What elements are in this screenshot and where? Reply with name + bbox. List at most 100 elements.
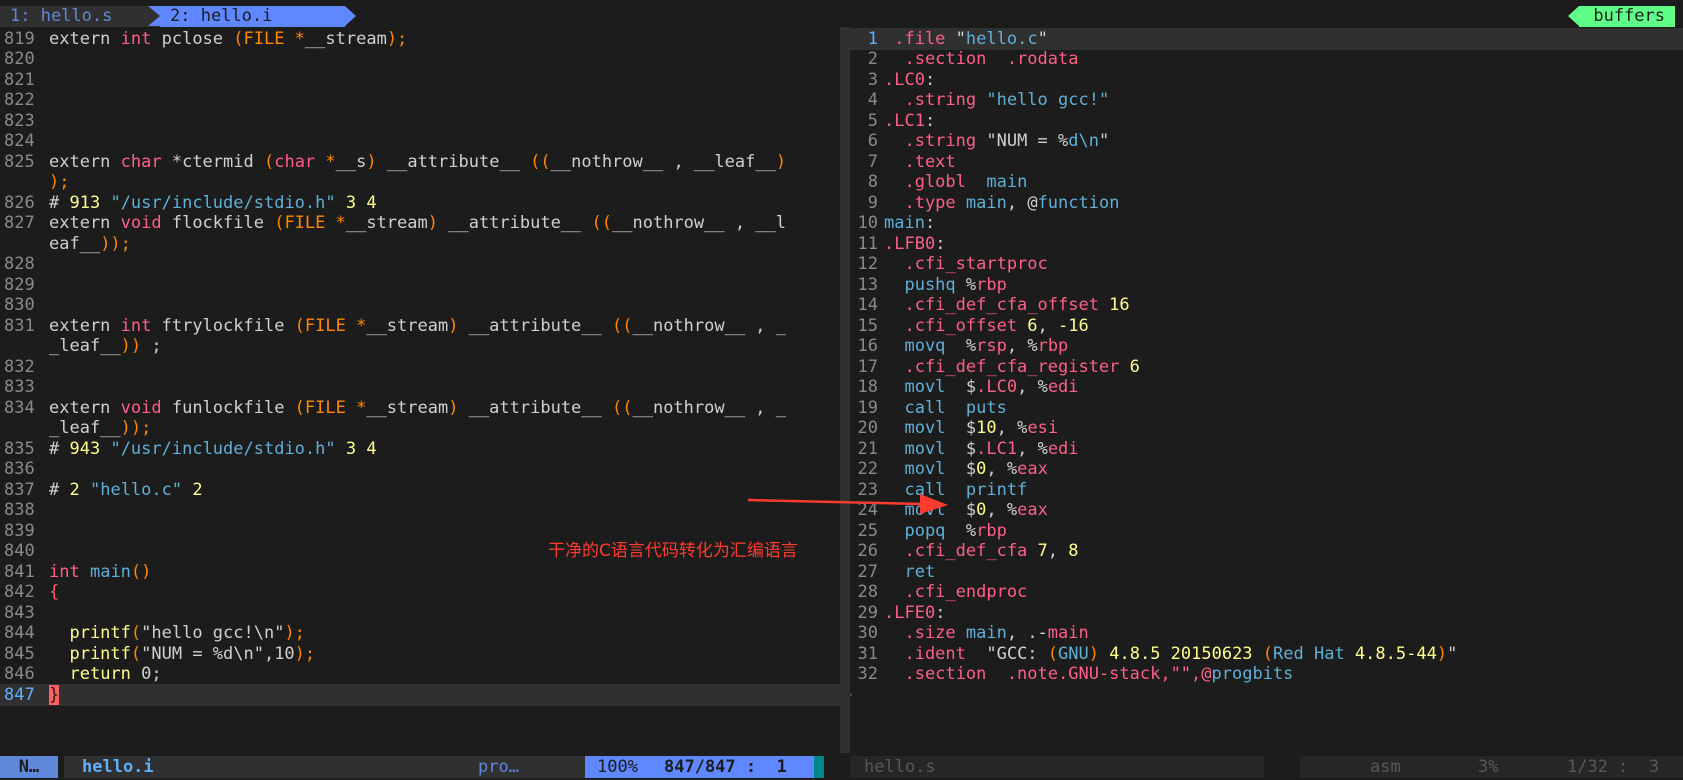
- code-line[interactable]: 17 .cfi_def_cfa_register 6: [850, 356, 1683, 378]
- code-line[interactable]: 832: [0, 356, 840, 378]
- line-code: .text: [884, 151, 955, 173]
- code-line[interactable]: 823: [0, 110, 840, 132]
- code-line[interactable]: 20 movl $10, %esi: [850, 417, 1683, 439]
- code-token: 913: [69, 192, 101, 213]
- line-code: {: [49, 581, 59, 603]
- code-line[interactable]: 834 extern void funlockfile (FILE *__stre…: [0, 397, 840, 419]
- code-line[interactable]: 25 popq %rbp: [850, 520, 1683, 542]
- left-editor-pane[interactable]: 819 extern int pclose (FILE *__stream); 82…: [0, 27, 840, 753]
- vertical-split-separator[interactable]: [840, 27, 850, 753]
- code-token: 3: [345, 438, 357, 459]
- code-token: %: [965, 520, 977, 541]
- line-number: 847: [4, 684, 35, 705]
- code-token: edi: [1047, 438, 1079, 459]
- code-line[interactable]: 846 return 0;: [0, 663, 840, 685]
- code-line[interactable]: 32 .section .note.GNU-stack,"",@progbits: [850, 663, 1683, 685]
- code-line[interactable]: 833: [0, 376, 840, 398]
- code-line[interactable]: 844 printf("hello gcc!\n");: [0, 622, 840, 644]
- code-line[interactable]: 845 printf("NUM = %d\n",10);: [0, 643, 840, 665]
- code-line[interactable]: 842 {: [0, 581, 840, 603]
- code-line[interactable]: );: [0, 171, 840, 193]
- code-line[interactable]: 11 .LFB0:: [850, 233, 1683, 255]
- code-line[interactable]: 18 movl $.LC0, %edi: [850, 376, 1683, 398]
- code-line[interactable]: 3 .LC0:: [850, 69, 1683, 91]
- code-line[interactable]: 825 extern char *ctermid (char *__s) __at…: [0, 151, 840, 173]
- code-token: .LC0: [884, 69, 925, 90]
- code-line[interactable]: 31 .ident "GCC: (GNU) 4.8.5 20150623 (Re…: [850, 643, 1683, 665]
- code-line[interactable]: _leaf__));: [0, 417, 840, 439]
- code-token: extern: [49, 151, 121, 172]
- tab-hello-i[interactable]: 2: hello.i: [148, 6, 356, 27]
- code-token: main: [884, 213, 925, 233]
- code-line[interactable]: 822: [0, 89, 840, 111]
- right-editor-pane[interactable]: 1 .file "hello.c" 2 .section .rodata 3 .LC0…: [850, 27, 1683, 753]
- code-line[interactable]: 16 movq %rsp, %rbp: [850, 335, 1683, 357]
- code-line[interactable]: 826 # 913 "/usr/include/stdio.h" 3 4: [0, 192, 840, 214]
- code-line[interactable]: 28 .cfi_endproc: [850, 581, 1683, 603]
- code-token: , %: [986, 500, 1018, 520]
- code-line[interactable]: 10 main:: [850, 212, 1683, 234]
- code-line[interactable]: 13 pushq %rbp: [850, 274, 1683, 296]
- code-line[interactable]: 15 .cfi_offset 6, -16: [850, 315, 1683, 337]
- code-token: 0: [976, 500, 987, 520]
- code-line[interactable]: 829: [0, 274, 840, 296]
- code-token: ": [1037, 28, 1048, 49]
- code-line[interactable]: 843: [0, 602, 840, 624]
- code-line[interactable]: 836: [0, 458, 840, 480]
- code-token: 4: [366, 438, 377, 459]
- code-token: int: [49, 561, 80, 582]
- code-line[interactable]: 26 .cfi_def_cfa 7, 8: [850, 540, 1683, 562]
- code-token: __attribute__: [438, 213, 592, 233]
- code-line[interactable]: 5 .LC1:: [850, 110, 1683, 132]
- code-line[interactable]: 27 ret: [850, 561, 1683, 583]
- code-line[interactable]: 831 extern int ftrylockfile (FILE *__stre…: [0, 315, 840, 337]
- code-line[interactable]: 29 .LFE0:: [850, 602, 1683, 624]
- code-line[interactable]: 2 .section .rodata: [850, 48, 1683, 70]
- code-line[interactable]: 23 call printf: [850, 479, 1683, 501]
- code-line[interactable]: _leaf__)) ;: [0, 335, 840, 357]
- code-line[interactable]: 6 .string "NUM = %d\n": [850, 130, 1683, 152]
- code-line[interactable]: 9 .type main, @function: [850, 192, 1683, 214]
- code-token: .cfi_def_cfa: [884, 541, 1038, 561]
- code-token: main: [1047, 623, 1089, 643]
- code-token: ): [448, 397, 459, 418]
- code-line[interactable]: 8 .globl main: [850, 171, 1683, 193]
- code-line[interactable]: 820: [0, 48, 840, 70]
- line-code: .cfi_startproc: [884, 253, 1047, 275]
- code-line[interactable]: 828: [0, 253, 840, 275]
- code-line[interactable]: 4 .string "hello gcc!": [850, 89, 1683, 111]
- code-line[interactable]: 24 movl $0, %eax: [850, 499, 1683, 521]
- code-line[interactable]: 14 .cfi_def_cfa_offset 16: [850, 294, 1683, 316]
- tab-hello-s[interactable]: 1: hello.s: [0, 6, 170, 27]
- code-token: funlockfile: [161, 397, 295, 418]
- line-number: 21: [857, 438, 878, 459]
- code-token: );: [284, 623, 305, 643]
- code-line[interactable]: eaf__));: [0, 233, 840, 255]
- code-token: eaf__: [49, 233, 101, 254]
- code-line[interactable]: 838: [0, 499, 840, 521]
- code-line[interactable]: 841 int main(): [0, 561, 840, 583]
- code-line[interactable]: 819 extern int pclose (FILE *__stream);: [0, 28, 840, 50]
- line-code: int main(): [49, 561, 151, 583]
- line-code: movl $.LC0, %edi: [884, 376, 1078, 398]
- line-number: 22: [857, 459, 878, 479]
- code-line[interactable]: 827 extern void flockfile (FILE *__stream…: [0, 212, 840, 234]
- code-line[interactable]: 847}: [0, 683, 840, 706]
- code-token: (FILE *: [294, 315, 367, 336]
- code-token: , @: [1006, 192, 1038, 213]
- code-line[interactable]: 835 # 943 "/usr/include/stdio.h" 3 4: [0, 438, 840, 460]
- code-line[interactable]: 837 # 2 "hello.c" 2: [0, 479, 840, 501]
- code-line[interactable]: 12 .cfi_startproc: [850, 253, 1683, 275]
- code-line[interactable]: 7 .text: [850, 151, 1683, 173]
- code-token: _leaf__: [49, 418, 121, 438]
- code-line[interactable]: 22 movl $0, %eax: [850, 458, 1683, 480]
- line-code: # 943 "/usr/include/stdio.h" 3 4: [49, 438, 377, 460]
- code-line[interactable]: 30 .size main, .-main: [850, 622, 1683, 644]
- code-line[interactable]: 824: [0, 130, 840, 152]
- code-line[interactable]: 1 .file "hello.c": [850, 27, 1683, 50]
- code-line[interactable]: 821: [0, 69, 840, 91]
- code-line[interactable]: 19 call puts: [850, 397, 1683, 419]
- code-line[interactable]: 21 movl $.LC1, %edi: [850, 438, 1683, 460]
- code-line[interactable]: 830: [0, 294, 840, 316]
